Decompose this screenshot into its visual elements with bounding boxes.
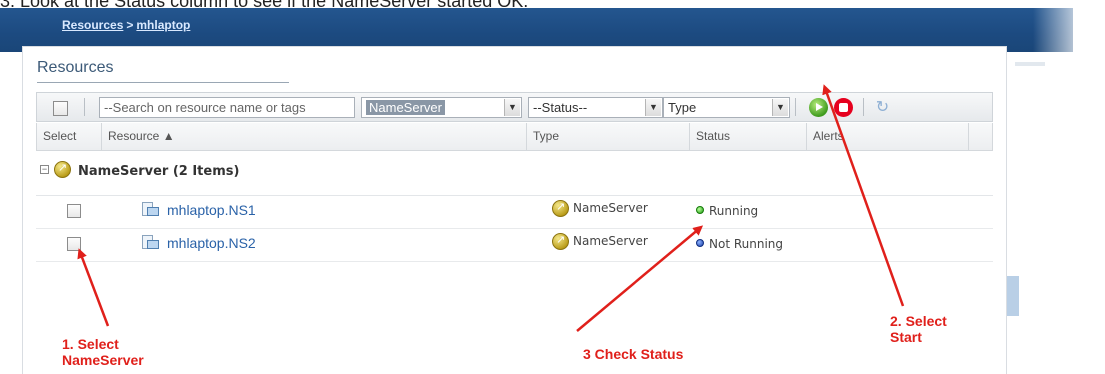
- type-select-value: Type: [668, 100, 697, 115]
- chevron-down-icon[interactable]: ▼: [504, 99, 520, 116]
- panel-edge: [1005, 276, 1019, 316]
- panel-title-underline: [37, 82, 289, 83]
- row-checkbox-ns2[interactable]: [67, 237, 81, 251]
- type-cell: NameServer: [552, 233, 648, 250]
- column-header-select[interactable]: Select: [37, 123, 102, 150]
- breadcrumb-resources-link[interactable]: Resources: [62, 18, 123, 32]
- toolbar-divider: [795, 98, 796, 116]
- table-row: mhlaptop.NS1 NameServer Running: [36, 196, 993, 229]
- annotation-step2: 2. Select Start: [890, 313, 947, 345]
- column-header-alerts[interactable]: Alerts: [807, 123, 969, 150]
- table-row: mhlaptop.NS2 NameServer Not Running: [36, 229, 993, 262]
- group-row-nameserver: − NameServer (2 Items): [36, 151, 993, 196]
- annotation-step1-line2: NameServer: [62, 352, 144, 368]
- resources-panel: Resources --Search on resource name or t…: [22, 46, 1007, 374]
- toolbar-divider: [84, 98, 85, 116]
- filter-toolbar: --Search on resource name or tags NameSe…: [36, 92, 993, 122]
- group-label: NameServer (2 Items): [78, 164, 240, 179]
- panel-title: Resources: [37, 59, 114, 76]
- type-filter-value: NameServer: [366, 100, 445, 115]
- resource-link-ns1[interactable]: mhlaptop.NS1: [167, 202, 256, 218]
- annotation-step3: 3 Check Status: [583, 346, 684, 362]
- chevron-down-icon[interactable]: ▼: [645, 99, 661, 116]
- status-filter-select[interactable]: --Status-- ▼: [528, 97, 663, 118]
- status-filter-value: --Status--: [533, 100, 588, 115]
- annotation-step2-line2: Start: [890, 329, 922, 345]
- status-cell: Not Running: [696, 237, 783, 251]
- decorative-smudge: [1015, 62, 1045, 66]
- breadcrumb-separator: >: [126, 18, 134, 32]
- resource-icon: [142, 202, 160, 219]
- nameserver-group-icon: [54, 161, 71, 178]
- type-cell: NameServer: [552, 200, 648, 217]
- select-all-checkbox[interactable]: [53, 101, 68, 116]
- nameserver-icon: [552, 233, 569, 250]
- breadcrumb: Resources > mhlaptop: [62, 18, 190, 32]
- annotation-step1-line1: 1. Select: [62, 336, 119, 352]
- status-label: Not Running: [709, 237, 784, 251]
- column-header-status[interactable]: Status: [690, 123, 807, 150]
- type-select[interactable]: Type ▼: [663, 97, 790, 118]
- type-cell-label: NameServer: [573, 234, 648, 248]
- type-cell-label: NameServer: [573, 201, 648, 215]
- grid-header: Select Resource ▲ Type Status Alerts: [36, 123, 993, 151]
- annotation-step2-line1: 2. Select: [890, 313, 947, 329]
- column-header-type[interactable]: Type: [527, 123, 690, 150]
- status-cell: Running: [696, 204, 758, 218]
- breadcrumb-mhlaptop-link[interactable]: mhlaptop: [136, 18, 190, 32]
- annotation-step1: 1. Select NameServer: [62, 336, 144, 368]
- status-label: Running: [709, 204, 759, 218]
- stop-icon[interactable]: [834, 98, 853, 117]
- row-checkbox-ns1[interactable]: [67, 204, 81, 218]
- collapse-icon[interactable]: −: [40, 165, 49, 174]
- play-icon[interactable]: [809, 98, 828, 117]
- column-header-resource[interactable]: Resource ▲: [102, 123, 527, 150]
- header-fade: [1033, 8, 1093, 52]
- status-running-icon: [696, 206, 704, 214]
- nameserver-icon: [552, 200, 569, 217]
- refresh-icon[interactable]: ↻: [873, 98, 892, 117]
- type-filter-select[interactable]: NameServer ▼: [361, 97, 522, 118]
- chevron-down-icon[interactable]: ▼: [772, 99, 788, 116]
- toolbar-divider: [863, 98, 864, 116]
- status-not-running-icon: [696, 239, 704, 247]
- resource-link-ns2[interactable]: mhlaptop.NS2: [167, 235, 256, 251]
- resource-icon: [142, 235, 160, 252]
- search-input[interactable]: --Search on resource name or tags: [99, 97, 355, 118]
